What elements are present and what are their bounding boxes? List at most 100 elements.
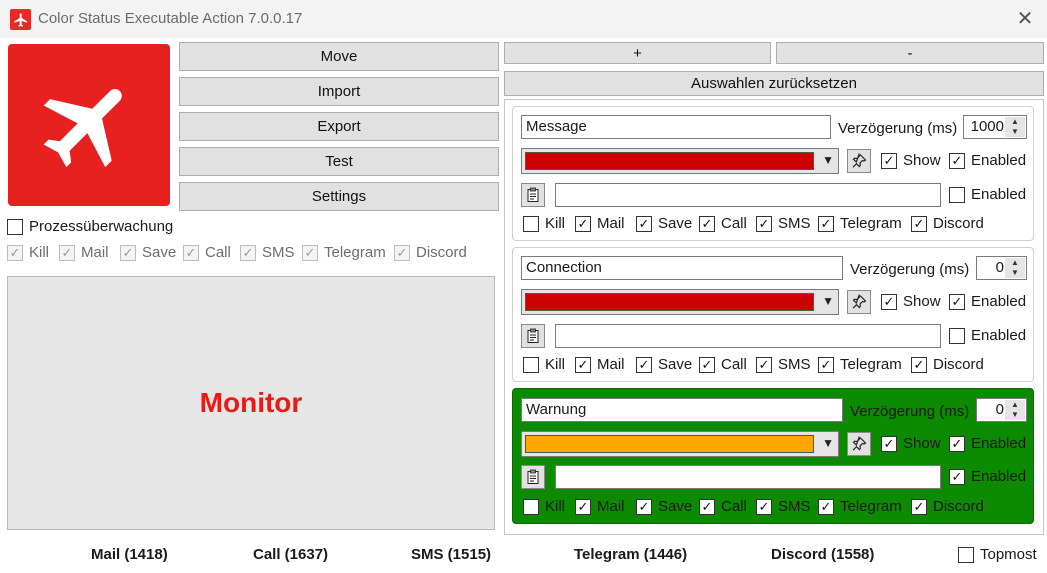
call-checkbox[interactable]: ✓ Call: [699, 215, 747, 232]
delay-spinner[interactable]: 1000 ▲ ▼: [963, 115, 1027, 139]
delay-spinner[interactable]: 0 ▲ ▼: [976, 256, 1027, 280]
remove-rule-button[interactable]: -: [776, 42, 1044, 64]
show-checkbox[interactable]: ✓ Show: [881, 435, 941, 452]
sms-checkbox[interactable]: ✓ SMS: [756, 498, 811, 515]
delay-value: 0: [995, 259, 1004, 276]
executable-path-input[interactable]: [555, 183, 941, 207]
path-enabled-checkbox[interactable]: ✓ Enabled: [949, 468, 1026, 485]
color-select[interactable]: ▼: [521, 431, 839, 457]
color-swatch: [525, 293, 814, 311]
browse-button[interactable]: [521, 465, 545, 489]
save-checkbox[interactable]: ✓ Save: [636, 498, 692, 515]
global-kill-label: Kill: [29, 244, 50, 261]
settings-button[interactable]: Settings: [179, 182, 499, 211]
kill-checkbox[interactable]: Kill: [523, 215, 565, 232]
enabled-label: Enabled: [971, 152, 1027, 169]
show-checkbox[interactable]: ✓ Show: [881, 293, 941, 310]
sms-checkbox[interactable]: ✓ SMS: [756, 356, 811, 373]
path-enabled-checkbox[interactable]: Enabled: [949, 327, 1026, 344]
color-select[interactable]: ▼: [521, 148, 839, 174]
color-swatch: [525, 435, 814, 453]
discord-label: Discord: [933, 215, 984, 232]
telegram-checkbox[interactable]: ✓ Telegram: [818, 356, 902, 373]
monitor-label: Monitor: [199, 387, 303, 418]
spin-down-icon[interactable]: ▼: [1005, 127, 1025, 137]
checkbox-box[interactable]: [7, 218, 23, 235]
discord-count: Discord (1558): [771, 546, 875, 563]
mail-checkbox[interactable]: ✓ Mail: [575, 498, 625, 515]
mail-checkbox[interactable]: ✓ Mail: [575, 215, 625, 232]
telegram-checkbox[interactable]: ✓ Telegram: [818, 498, 902, 515]
global-call-checkbox: ✓ Call: [183, 244, 231, 261]
mail-count: Mail (1418): [91, 546, 168, 563]
browse-button[interactable]: [521, 324, 545, 348]
path-enabled-label: Enabled: [971, 468, 1027, 485]
topmost-checkbox[interactable]: Topmost: [958, 546, 1037, 563]
topmost-label: Topmost: [980, 546, 1037, 563]
delay-spinner[interactable]: 0 ▲ ▼: [976, 398, 1027, 422]
export-button[interactable]: Export: [179, 112, 499, 141]
discord-checkbox[interactable]: ✓ Discord: [911, 356, 984, 373]
process-monitoring-checkbox[interactable]: Prozessüberwachung: [7, 218, 173, 235]
show-checkbox[interactable]: ✓ Show: [881, 152, 941, 169]
global-telegram-checkbox: ✓ Telegram: [302, 244, 386, 261]
rule-name-input[interactable]: Message: [521, 115, 831, 139]
kill-checkbox[interactable]: Kill: [523, 356, 565, 373]
path-enabled-checkbox[interactable]: Enabled: [949, 186, 1026, 203]
spin-down-icon[interactable]: ▼: [1005, 268, 1025, 278]
delay-value: 1000: [970, 118, 1004, 135]
browse-button[interactable]: [521, 183, 545, 207]
mail-checkbox[interactable]: ✓ Mail: [575, 356, 625, 373]
sms-checkbox[interactable]: ✓ SMS: [756, 215, 811, 232]
spin-up-icon[interactable]: ▲: [1005, 117, 1025, 127]
save-label: Save: [658, 498, 693, 515]
save-checkbox[interactable]: ✓ Save: [636, 356, 692, 373]
call-checkbox[interactable]: ✓ Call: [699, 498, 747, 515]
call-label: Call: [721, 498, 747, 515]
pin-button[interactable]: [847, 149, 871, 173]
test-button[interactable]: Test: [179, 147, 499, 176]
discord-checkbox[interactable]: ✓ Discord: [911, 215, 984, 232]
telegram-checkbox[interactable]: ✓ Telegram: [818, 215, 902, 232]
window-title: Color Status Executable Action 7.0.0.17: [38, 10, 303, 27]
enabled-checkbox[interactable]: ✓ Enabled: [949, 435, 1026, 452]
rule-group: Connection Verzögerung (ms) 0 ▲ ▼ ▼ ✓ Show…: [512, 247, 1034, 382]
checkbox-box[interactable]: [958, 546, 974, 563]
pin-button[interactable]: [847, 290, 871, 314]
enabled-checkbox[interactable]: ✓ Enabled: [949, 293, 1026, 310]
telegram-label: Telegram: [840, 215, 902, 232]
chevron-down-icon: ▼: [822, 436, 834, 450]
pin-icon: [852, 153, 867, 168]
call-checkbox[interactable]: ✓ Call: [699, 356, 747, 373]
spin-down-icon[interactable]: ▼: [1005, 410, 1025, 420]
executable-path-input[interactable]: [555, 324, 941, 348]
kill-label: Kill: [545, 356, 566, 373]
executable-path-input[interactable]: [555, 465, 941, 489]
color-select[interactable]: ▼: [521, 289, 839, 315]
discord-checkbox[interactable]: ✓ Discord: [911, 498, 984, 515]
save-label: Save: [658, 215, 693, 232]
clipboard-icon: [527, 187, 539, 202]
rule-group-active: Warnung Verzögerung (ms) 0 ▲ ▼ ▼ ✓ Show ✓ E…: [512, 388, 1034, 524]
add-rule-button[interactable]: +: [504, 42, 771, 64]
spin-up-icon[interactable]: ▲: [1005, 258, 1025, 268]
process-monitoring-label: Prozessüberwachung: [29, 218, 174, 235]
telegram-label: Telegram: [840, 498, 902, 515]
sms-label: SMS: [778, 215, 811, 232]
save-checkbox[interactable]: ✓ Save: [636, 215, 692, 232]
monitor-panel: Monitor: [7, 276, 495, 530]
spin-up-icon[interactable]: ▲: [1005, 400, 1025, 410]
enabled-checkbox[interactable]: ✓ Enabled: [949, 152, 1026, 169]
rule-name-input[interactable]: Warnung: [521, 398, 843, 422]
move-button[interactable]: Move: [179, 42, 499, 71]
rule-name-input[interactable]: Connection: [521, 256, 843, 280]
import-button[interactable]: Import: [179, 77, 499, 106]
enabled-label: Enabled: [971, 435, 1027, 452]
pin-icon: [852, 294, 867, 309]
mail-label: Mail: [597, 356, 625, 373]
discord-label: Discord: [933, 356, 984, 373]
pin-button[interactable]: [847, 432, 871, 456]
kill-checkbox[interactable]: Kill: [523, 498, 565, 515]
reset-selections-button[interactable]: Auswahlen zurücksetzen: [504, 71, 1044, 96]
close-icon[interactable]: ✕: [1013, 7, 1037, 31]
